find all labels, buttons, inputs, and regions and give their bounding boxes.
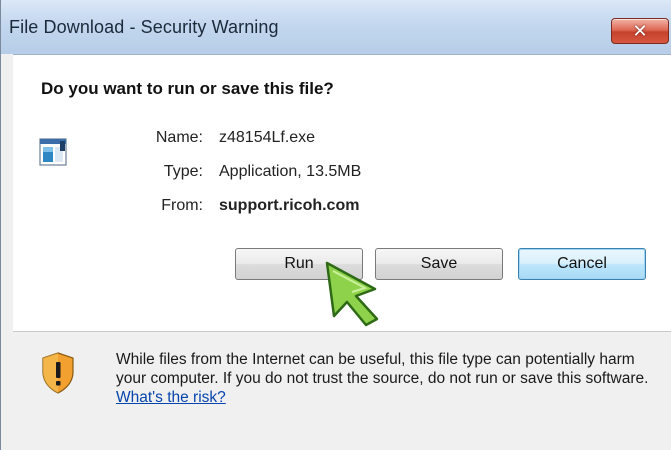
from-value: support.ricoh.com (219, 197, 360, 214)
question-heading: Do you want to run or save this file? (41, 79, 334, 98)
security-warning-dialog: File Download - Security Warning ✕ Do yo… (0, 0, 671, 450)
cancel-button[interactable]: Cancel (518, 248, 646, 280)
window-title: File Download - Security Warning (9, 17, 279, 37)
arrow-cursor-icon (325, 261, 379, 327)
type-value: Application, 13.5MB (219, 163, 362, 180)
name-value: z48154Lf.exe (219, 129, 316, 146)
warning-text: While files from the Internet can be use… (116, 351, 649, 387)
type-label: Type: (163, 163, 203, 180)
save-button[interactable]: Save (375, 248, 503, 280)
from-label: From: (161, 197, 203, 214)
section-divider (13, 331, 671, 332)
title-bar[interactable]: File Download - Security Warning ✕ (1, 0, 671, 54)
warning-message: While files from the Internet can be use… (116, 350, 661, 407)
close-icon: ✕ (632, 20, 648, 41)
close-button[interactable]: ✕ (611, 18, 669, 44)
name-label: Name: (155, 129, 203, 146)
whats-the-risk-link[interactable]: What's the risk? (116, 389, 226, 406)
warning-shield-icon (42, 352, 74, 394)
